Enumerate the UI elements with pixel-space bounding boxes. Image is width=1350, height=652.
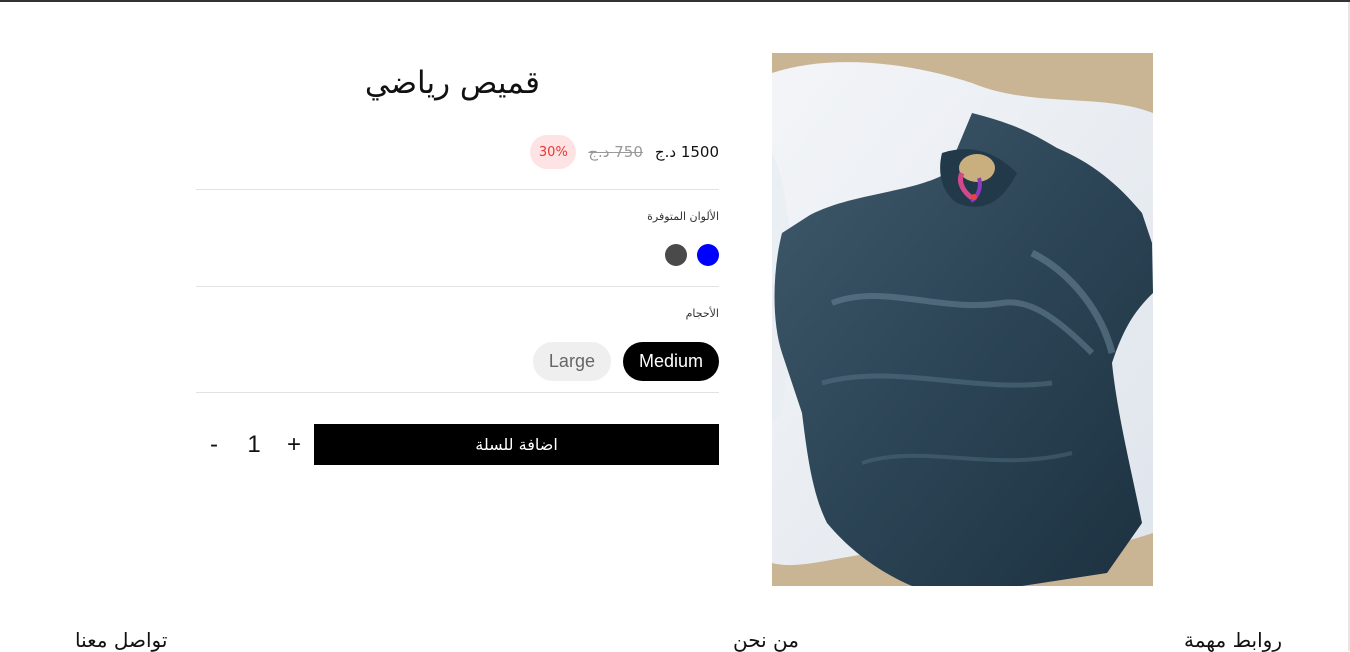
size-option-medium[interactable]: Medium [622,342,719,381]
color-swatch-blue[interactable] [697,244,719,266]
footer-contact-heading: تواصل معنا [75,628,168,652]
quantity-increment-button[interactable]: + [284,431,304,459]
quantity-value: 1 [247,430,261,458]
price-row: 1500 د.ج 750 د.ج 30% [530,135,719,169]
discount-badge: 30% [530,135,577,169]
color-options [665,244,719,266]
size-option-large[interactable]: Large [532,342,611,381]
price-old: 750 د.ج [588,143,643,161]
color-swatch-dark-gray[interactable] [665,244,687,266]
footer-about-heading: من نحن [733,628,799,652]
top-border [0,0,1350,2]
divider [196,286,719,287]
add-to-cart-button[interactable]: اضافة للسلة [314,424,719,465]
divider [196,392,719,393]
sizes-label: الأحجام [685,307,719,320]
product-image[interactable] [772,53,1153,586]
footer-links-heading: روابط مهمة [1184,628,1282,652]
size-options: Medium Large [532,342,719,381]
divider [196,189,719,190]
product-title: قميص رياضي [364,65,540,101]
colors-label: الألوان المتوفرة [647,210,719,223]
quantity-decrement-button[interactable]: - [204,431,224,459]
cart-row: اضافة للسلة - 1 + [196,424,719,465]
quantity-stepper: - 1 + [204,424,304,465]
price-current: 1500 د.ج [654,143,719,161]
